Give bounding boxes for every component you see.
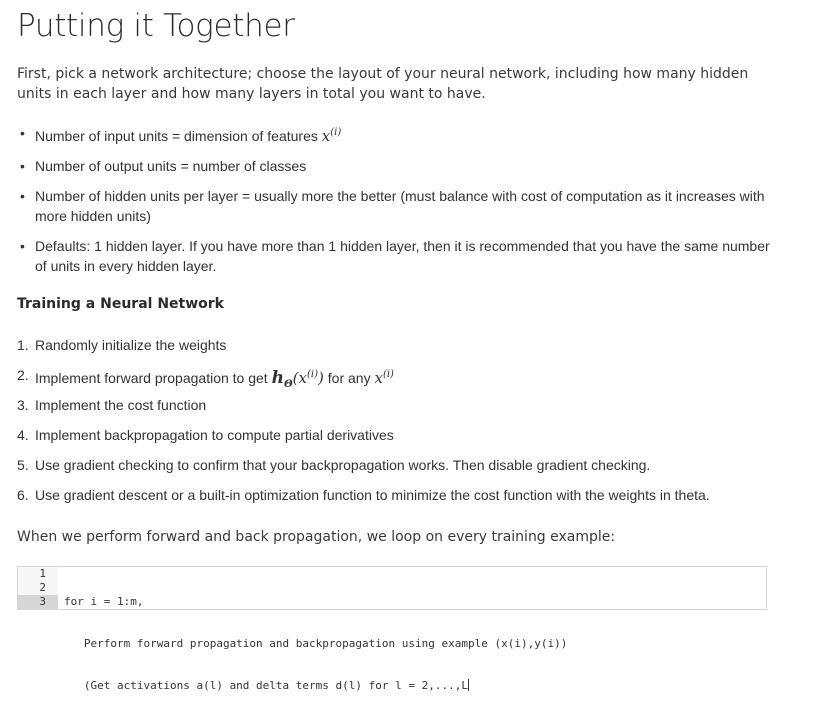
code-line[interactable]: Perform forward propagation and backprop… bbox=[64, 637, 567, 651]
line-number-active: 3 bbox=[18, 595, 58, 609]
bullet-dot-icon: • bbox=[20, 238, 25, 254]
step-number: 5. bbox=[17, 457, 29, 473]
section-heading: Training a Neural Network bbox=[17, 296, 224, 312]
architecture-bullet-list: • Number of input units = dimension of f… bbox=[17, 123, 772, 286]
line-number: 1 bbox=[39, 567, 46, 580]
step-text: Implement forward propagation to get bbox=[35, 370, 272, 386]
outro-paragraph: When we perform forward and back propaga… bbox=[17, 529, 616, 545]
math-x-i: x(i) bbox=[374, 369, 394, 387]
step-number: 3. bbox=[17, 397, 29, 413]
training-steps-list: 1. Randomly initialize the weights 2. Im… bbox=[17, 335, 777, 515]
step-text: Implement the cost function bbox=[35, 397, 207, 413]
code-line[interactable]: for i = 1:m, bbox=[64, 595, 567, 609]
math-x-i: x(i) bbox=[321, 127, 342, 145]
intro-paragraph: First, pick a network architecture; choo… bbox=[17, 66, 749, 102]
bullet-item-input-units: • Number of input units = dimension of f… bbox=[17, 123, 772, 146]
bullet-dot-icon: • bbox=[20, 125, 25, 141]
step-text-mid: for any bbox=[323, 370, 375, 386]
bullet-item-hidden-units: • Number of hidden units per layer = usu… bbox=[17, 186, 772, 226]
step-item: 4. Implement backpropagation to compute … bbox=[17, 425, 777, 445]
bullet-item-defaults: • Defaults: 1 hidden layer. If you have … bbox=[17, 236, 772, 276]
code-line-active[interactable]: (Get activations a(l) and delta terms d(… bbox=[64, 679, 567, 693]
step-text: Use gradient checking to confirm that yo… bbox=[35, 457, 651, 473]
code-editor[interactable]: 1 2 3 for i = 1:m, Perform forward propa… bbox=[17, 566, 767, 692]
step-text: Use gradient descent or a built-in optim… bbox=[35, 487, 710, 503]
line-number-gutter: 1 2 3 bbox=[18, 567, 58, 609]
step-number: 6. bbox=[17, 487, 29, 503]
code-lines[interactable]: for i = 1:m, Perform forward propagation… bbox=[64, 567, 567, 721]
bullet-text: Number of hidden units per layer = usual… bbox=[35, 188, 765, 224]
line-number: 2 bbox=[39, 581, 46, 594]
bullet-dot-icon: • bbox=[20, 188, 25, 204]
step-number: 4. bbox=[17, 427, 29, 443]
bullet-dot-icon: • bbox=[20, 158, 25, 174]
bullet-text: Defaults: 1 hidden layer. If you have mo… bbox=[35, 238, 770, 274]
step-item: 3. Implement the cost function bbox=[17, 395, 777, 415]
math-hypothesis: hΘ(x(i)) bbox=[271, 368, 324, 390]
page-title: Putting it Together bbox=[17, 8, 295, 44]
step-number: 1. bbox=[17, 337, 29, 353]
step-item: 1. Randomly initialize the weights bbox=[17, 335, 777, 355]
bullet-text: Number of input units = dimension of fea… bbox=[35, 128, 322, 144]
step-text: Implement backpropagation to compute par… bbox=[35, 427, 394, 443]
step-text: Randomly initialize the weights bbox=[35, 337, 227, 353]
text-cursor bbox=[467, 679, 469, 691]
step-item: 2. Implement forward propagation to get … bbox=[17, 365, 777, 390]
bullet-text: Number of output units = number of class… bbox=[35, 158, 307, 174]
step-item: 5. Use gradient checking to confirm that… bbox=[17, 455, 777, 475]
step-number: 2. bbox=[17, 367, 29, 383]
step-item: 6. Use gradient descent or a built-in op… bbox=[17, 485, 777, 505]
bullet-item-output-units: • Number of output units = number of cla… bbox=[17, 156, 772, 176]
